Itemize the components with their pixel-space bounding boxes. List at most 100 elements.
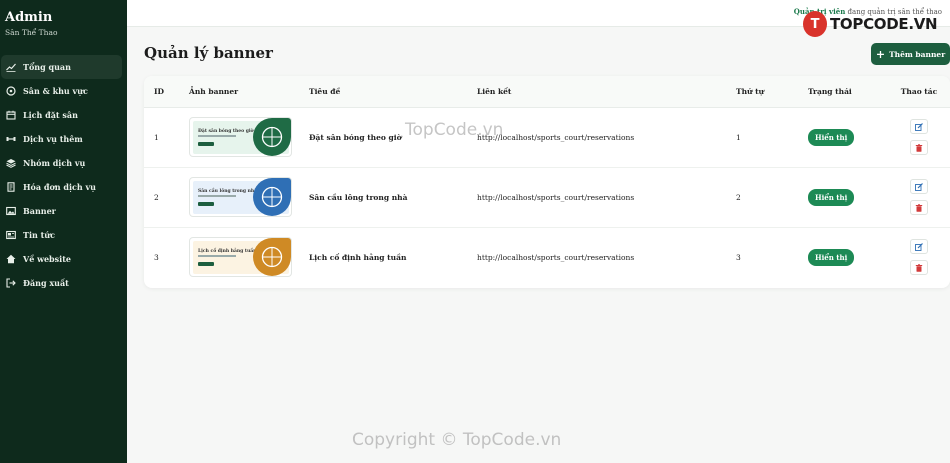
- column-header-link: Liên kết: [477, 76, 736, 108]
- newspaper-icon: [6, 230, 16, 240]
- sidebar-item-service-groups[interactable]: Nhóm dịch vụ: [1, 151, 122, 175]
- calendar-icon: [6, 110, 16, 120]
- edit-icon: [915, 182, 923, 191]
- banner-thumbnail-subline: [198, 195, 236, 197]
- sidebar-item-label: Tổng quan: [23, 62, 71, 72]
- status-badge: Hiển thị: [808, 248, 855, 266]
- banner-thumbnail[interactable]: Lịch cố định hằng tuần: [189, 237, 292, 278]
- row-order: 3: [736, 252, 741, 262]
- dumbbell-icon: [6, 134, 16, 144]
- banner-thumbnail-emblem: [253, 118, 291, 156]
- column-header-order: Thứ tự: [736, 76, 808, 108]
- banner-thumbnail-bg: Lịch cố định hằng tuần: [193, 238, 291, 277]
- table-row: 2 Sân cầu lông trong nhà Sân cầu lông tr…: [144, 167, 950, 227]
- edit-icon: [915, 242, 923, 251]
- sidebar-item-label: Tin tức: [23, 230, 55, 240]
- banner-thumbnail[interactable]: Sân cầu lông trong nhà: [189, 177, 292, 217]
- football-icon: [6, 86, 16, 96]
- column-header-id: ID: [144, 76, 189, 108]
- row-title: Sân cầu lông trong nhà: [309, 192, 408, 202]
- banner-thumbnail-emblem: [253, 238, 291, 277]
- banner-thumbnail-cta: [198, 142, 214, 146]
- table-row: 1 Đặt sân bóng theo giờ Đặt sân bóng the…: [144, 107, 950, 167]
- sidebar-item-overview[interactable]: Tổng quan: [1, 55, 122, 79]
- add-banner-label: Thêm banner: [889, 49, 946, 59]
- home-icon: [6, 254, 16, 264]
- row-status-cell: Hiển thị: [808, 107, 888, 167]
- logout-icon: [6, 278, 16, 288]
- banner-thumbnail[interactable]: Đặt sân bóng theo giờ: [189, 117, 292, 157]
- table-row: 3 Lịch cố định hằng tuần Lịch cố định hằ…: [144, 227, 950, 287]
- trash-icon: [915, 143, 923, 152]
- sidebar-item-news[interactable]: Tin tức: [1, 223, 122, 247]
- topcode-logo: T TOPCODE.VN: [803, 11, 938, 37]
- topcode-logo-icon: T: [803, 11, 827, 37]
- banner-thumbnail-emblem: [253, 178, 291, 216]
- row-order: 2: [736, 192, 741, 202]
- plus-icon: +: [875, 47, 886, 61]
- row-title: Đặt sân bóng theo giờ: [309, 132, 402, 142]
- row-link: http://localhost/sports_court/reservatio…: [477, 192, 635, 202]
- sidebar-item-label: Lịch đặt sân: [23, 110, 78, 120]
- banner-thumbnail-bg: Đặt sân bóng theo giờ: [193, 118, 291, 156]
- trash-icon: [915, 203, 923, 212]
- edit-button[interactable]: [910, 179, 928, 194]
- delete-button[interactable]: [910, 140, 928, 155]
- banner-thumbnail-text: Sân cầu lông trong nhà: [198, 189, 258, 194]
- crosshair-icon: [261, 186, 283, 208]
- sidebar-item-label: Về website: [23, 254, 71, 264]
- sidebar-item-label: Đăng xuất: [23, 278, 69, 288]
- status-badge: Hiển thị: [808, 128, 855, 146]
- sidebar-item-banner[interactable]: Banner: [1, 199, 122, 223]
- add-banner-button[interactable]: + Thêm banner: [871, 43, 950, 65]
- page-title: Quản lý banner: [144, 44, 273, 62]
- sidebar-item-label: Hóa đơn dịch vụ: [23, 182, 96, 192]
- sidebar-item-courts[interactable]: Sân & khu vực: [1, 79, 122, 103]
- row-action-group: [888, 239, 950, 276]
- sidebar-item-label: Banner: [23, 206, 56, 216]
- banner-thumbnail-text: Lịch cố định hằng tuần: [198, 249, 257, 255]
- crosshair-icon: [261, 247, 283, 268]
- row-title: Lịch cố định hằng tuần: [309, 252, 407, 262]
- banner-thumbnail-cta: [198, 202, 214, 206]
- row-actions: [888, 167, 950, 227]
- edit-button[interactable]: [910, 119, 928, 134]
- row-action-group: [888, 119, 950, 155]
- sidebar-item-label: Nhóm dịch vụ: [23, 158, 86, 168]
- delete-button[interactable]: [910, 200, 928, 215]
- sidebar-item-invoices[interactable]: Hóa đơn dịch vụ: [1, 175, 122, 199]
- edit-button[interactable]: [910, 239, 928, 255]
- status-badge: Hiển thị: [808, 188, 855, 206]
- watermark-bottom: Copyright © TopCode.vn: [352, 430, 562, 450]
- banner-thumbnail-subline: [198, 255, 236, 258]
- brand-title: Admin: [5, 10, 53, 25]
- sidebar-item-bookings[interactable]: Lịch đặt sân: [1, 103, 122, 127]
- banner-thumbnail-bg: Sân cầu lông trong nhà: [193, 178, 291, 216]
- row-image-cell: Sân cầu lông trong nhà: [189, 167, 309, 227]
- layers-icon: [6, 158, 16, 168]
- banner-thumbnail-subline: [198, 135, 236, 137]
- row-id: 1: [154, 132, 159, 142]
- sidebar-item-label: Sân & khu vực: [23, 86, 88, 96]
- brand-subtitle: Sân Thể Thao: [5, 28, 58, 37]
- sidebar-item-label: Dịch vụ thêm: [23, 134, 83, 144]
- row-action-group: [888, 179, 950, 215]
- banner-thumbnail-text: Đặt sân bóng theo giờ: [198, 129, 254, 134]
- row-actions: [888, 107, 950, 167]
- column-header-image: Ảnh banner: [189, 76, 309, 108]
- banner-table-card: ID Ảnh banner Tiêu đề Liên kết Thứ tự Tr…: [144, 76, 950, 288]
- sidebar-item-logout[interactable]: Đăng xuất: [1, 271, 122, 295]
- sidebar-item-website[interactable]: Về website: [1, 247, 122, 271]
- banner-thumbnail-cta: [198, 262, 214, 267]
- row-status-cell: Hiển thị: [808, 227, 888, 287]
- sidebar-item-extra-services[interactable]: Dịch vụ thêm: [1, 127, 122, 151]
- banner-table: ID Ảnh banner Tiêu đề Liên kết Thứ tự Tr…: [144, 76, 950, 287]
- row-status-cell: Hiển thị: [808, 167, 888, 227]
- topcode-logo-text: TOPCODE.VN: [830, 15, 938, 33]
- delete-button[interactable]: [910, 260, 928, 276]
- column-header-actions: Thao tác: [888, 76, 950, 108]
- table-header-row: ID Ảnh banner Tiêu đề Liên kết Thứ tự Tr…: [144, 76, 950, 108]
- row-order: 1: [736, 132, 741, 142]
- image-icon: [6, 206, 16, 216]
- column-header-status: Trạng thái: [808, 76, 888, 108]
